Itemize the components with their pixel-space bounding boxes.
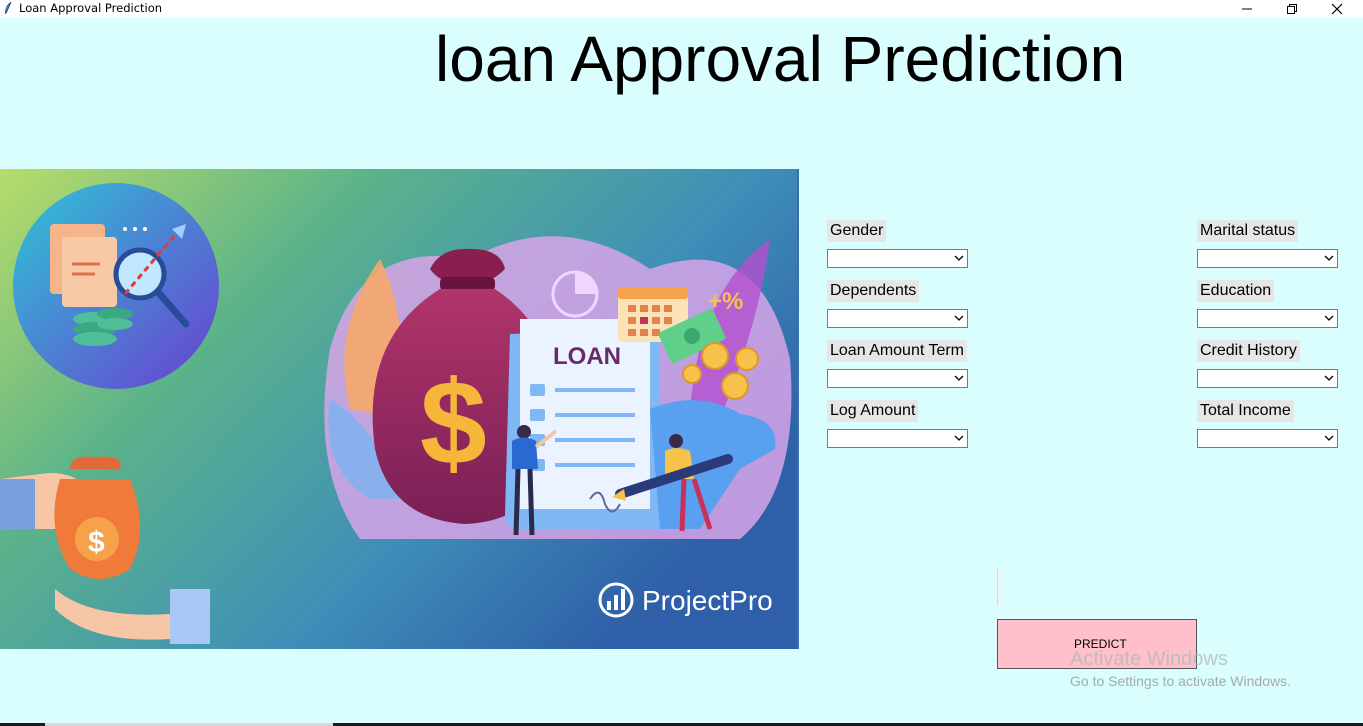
analytics-circle-icon <box>13 183 219 389</box>
credit-history-label: Credit History <box>1197 340 1300 362</box>
close-icon <box>1331 3 1342 15</box>
svg-text:ProjectPro: ProjectPro <box>642 585 773 616</box>
log-amount-combobox[interactable] <box>827 429 968 448</box>
marital-status-label: Marital status <box>1197 220 1299 242</box>
marital-status-combobox[interactable] <box>1197 249 1338 268</box>
window-titlebar: Loan Approval Prediction <box>0 0 1363 18</box>
chevron-down-icon <box>954 375 964 381</box>
close-button[interactable] <box>1314 0 1359 18</box>
log-amount-label: Log Amount <box>827 400 919 422</box>
education-combobox[interactable] <box>1197 309 1338 328</box>
gender-label: Gender <box>827 220 887 242</box>
loan-amount-term-combobox[interactable] <box>827 369 968 388</box>
dependents-label: Dependents <box>827 280 920 302</box>
loan-illustration: $ LOAN +% <box>324 236 792 539</box>
restore-icon <box>1286 4 1297 14</box>
window-title: Loan Approval Prediction <box>19 1 163 15</box>
chevron-down-icon <box>1324 315 1334 321</box>
svg-text:$: $ <box>88 526 105 559</box>
credit-history-combobox[interactable] <box>1197 369 1338 388</box>
chevron-down-icon <box>954 255 964 261</box>
minimize-button[interactable] <box>1224 0 1269 18</box>
total-income-label: Total Income <box>1197 400 1294 422</box>
loan-banner-image: $ $ LOAN +% ProjectPro <box>0 169 799 649</box>
result-output <box>997 569 1003 606</box>
chevron-down-icon <box>1324 375 1334 381</box>
loan-amount-term-label: Loan Amount Term <box>827 340 968 362</box>
restore-button[interactable] <box>1269 0 1314 18</box>
chevron-down-icon <box>1324 255 1334 261</box>
gender-combobox[interactable] <box>827 249 968 268</box>
chevron-down-icon <box>1324 435 1334 441</box>
chevron-down-icon <box>954 435 964 441</box>
education-label: Education <box>1197 280 1275 302</box>
svg-text:+%: +% <box>708 288 743 315</box>
page-title: loan Approval Prediction <box>435 23 1126 95</box>
total-income-combobox[interactable] <box>1197 429 1338 448</box>
minimize-icon <box>1241 8 1252 10</box>
activation-watermark-title: Activate Windows <box>1070 648 1228 670</box>
feather-icon <box>5 1 12 14</box>
chevron-down-icon <box>954 315 964 321</box>
svg-text:$: $ <box>420 356 487 490</box>
dependents-combobox[interactable] <box>827 309 968 328</box>
svg-text:LOAN: LOAN <box>553 343 621 370</box>
activation-watermark-subtitle: Go to Settings to activate Windows. <box>1070 673 1291 689</box>
